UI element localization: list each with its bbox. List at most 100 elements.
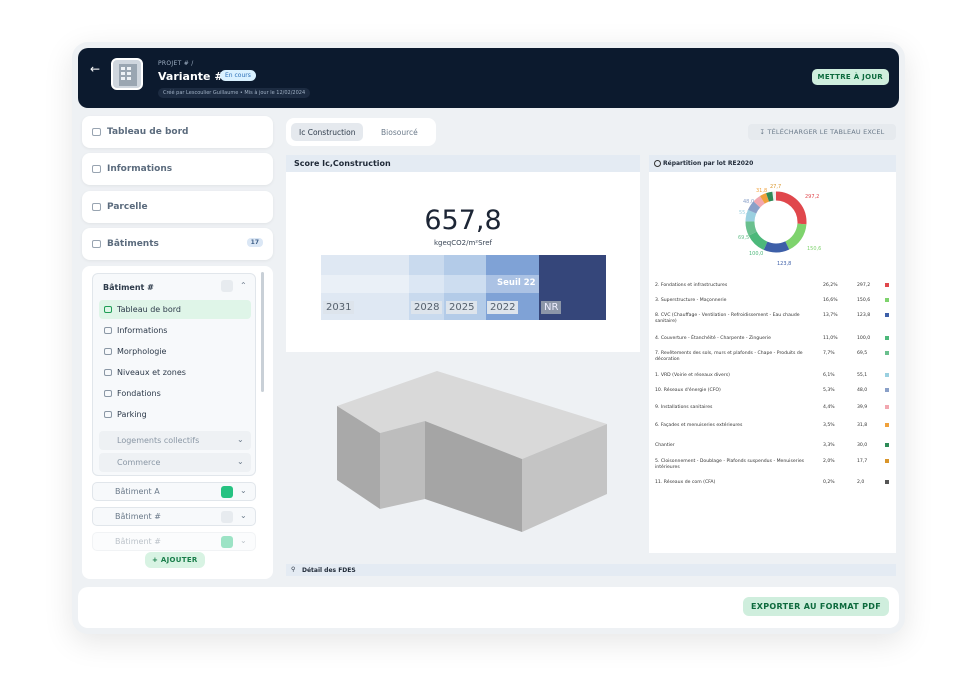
- lot-percent: 16,6%: [823, 298, 838, 303]
- subitem-niveaux[interactable]: Niveaux et zones: [99, 363, 251, 382]
- chevron-down-icon[interactable]: ⌄: [240, 511, 247, 520]
- lot-name: 1. VRD (Voirie et réseaux divers): [655, 373, 730, 378]
- header-bar: ← PROJET # / Variante # En cours Créé pa…: [78, 48, 899, 108]
- scale-label-2028: 2028: [411, 301, 443, 314]
- legend-swatch: [885, 336, 889, 340]
- fdes-section-header[interactable]: ⚲ Détail des FDES: [286, 564, 896, 576]
- export-pdf-button[interactable]: EXPORTER AU FORMAT PDF: [743, 597, 889, 616]
- building-3d-view[interactable]: [322, 364, 612, 534]
- grid-icon: [104, 369, 112, 376]
- footer-bar: EXPORTER AU FORMAT PDF: [78, 587, 899, 628]
- lot-name: 9. Installations sanitaires: [655, 405, 713, 410]
- add-button-label: AJOUTER: [160, 556, 198, 564]
- info-card-icon: [92, 165, 101, 173]
- subitem-dashboard[interactable]: Tableau de bord: [99, 300, 251, 319]
- batiment-label: Bâtiment #: [115, 512, 161, 521]
- sidebar-item-batiments[interactable]: Bâtiments 17: [82, 228, 273, 260]
- legend-swatch: [885, 351, 889, 355]
- subitem-fondations[interactable]: Fondations: [99, 384, 251, 403]
- sidebar-item-label: Tableau de bord: [107, 127, 189, 137]
- batiment-card-title[interactable]: Bâtiment #: [103, 283, 154, 292]
- donut-label: 150,6: [807, 246, 821, 252]
- lot-percent: 11,0%: [823, 336, 838, 341]
- legend-swatch: [885, 480, 889, 484]
- download-excel-button[interactable]: ↧ TÉLÉCHARGER LE TABLEAU EXCEL: [748, 124, 896, 140]
- page-title: Variante #: [158, 70, 224, 83]
- lot-name: 2. Fondations et infrastructures: [655, 283, 728, 288]
- lot-value: 150,6: [857, 298, 871, 303]
- batiment-card: Bâtiment # ⌃ Tableau de bord Information…: [92, 273, 256, 476]
- legend-swatch: [885, 459, 889, 463]
- lot-value: 31,8: [857, 423, 868, 428]
- search-icon: ⚲: [291, 566, 296, 573]
- sidebar-item-dashboard[interactable]: Tableau de bord: [82, 116, 273, 148]
- donut-label: 69,5: [738, 235, 749, 241]
- scrollbar[interactable]: [261, 272, 264, 392]
- batiment-a[interactable]: Bâtiment A ⌄: [92, 482, 256, 501]
- score-value: 657,8: [424, 205, 502, 236]
- chevron-down-icon[interactable]: ⌄: [240, 486, 247, 495]
- update-button[interactable]: METTRE À JOUR: [811, 69, 889, 85]
- project-thumbnail: [111, 58, 143, 90]
- chevron-down-icon[interactable]: ⌄: [240, 536, 247, 545]
- cube-icon: [104, 348, 112, 355]
- building-icon: [92, 240, 101, 248]
- group-label: Commerce: [117, 458, 161, 467]
- legend-swatch: [885, 283, 889, 287]
- legend-swatch: [885, 388, 889, 392]
- score-panel: 657,8 kgeqCO2/m²Sref Seuil 22 2031 2028 …: [286, 172, 640, 352]
- chevron-down-icon: ⌄: [237, 435, 244, 444]
- chevron-up-icon[interactable]: ⌃: [240, 281, 247, 290]
- subitem-morphologie[interactable]: Morphologie: [99, 342, 251, 361]
- score-unit: kgeqCO2/m²Sref: [433, 239, 493, 247]
- lot-value: 2,0: [857, 480, 865, 485]
- batiment-3[interactable]: Bâtiment # ⌄: [92, 532, 256, 551]
- sidebar-item-parcelle[interactable]: Parcelle: [82, 191, 273, 223]
- tab-biosource[interactable]: Biosourcé: [373, 123, 426, 141]
- lot-percent: 3,3%: [823, 443, 835, 448]
- lot-name: 6. Façades et menuiseries extérieures: [655, 423, 743, 428]
- batiment-2[interactable]: Bâtiment # ⌄: [92, 507, 256, 526]
- group-logements[interactable]: Logements collectifs ⌄: [99, 431, 251, 450]
- scale-label-nr: NR: [541, 301, 562, 314]
- subitem-parking[interactable]: Parking: [99, 405, 251, 424]
- lot-name: 3. Superstructure - Maçonnerie: [655, 298, 727, 303]
- settings-icon[interactable]: [221, 511, 233, 523]
- repartition-panel: Répartition par lot RE2020 297,2 150,6 1…: [649, 155, 896, 611]
- donut-label: 31,8: [756, 188, 767, 194]
- lot-value: 17,7: [857, 459, 868, 464]
- plus-icon: +: [152, 556, 161, 564]
- legend-swatch: [885, 405, 889, 409]
- arrow-left-icon[interactable]: ←: [90, 62, 100, 76]
- grid-icon: [104, 390, 112, 397]
- lot-value: 55,1: [857, 373, 868, 378]
- donut-label: 297,2: [805, 194, 819, 200]
- add-button[interactable]: + AJOUTER: [145, 552, 205, 568]
- building-green-icon[interactable]: [221, 486, 233, 498]
- subitem-informations[interactable]: Informations: [99, 321, 251, 340]
- donut-label: 123,8: [777, 261, 791, 267]
- subitem-label: Morphologie: [117, 347, 167, 356]
- scale-label-2031: 2031: [323, 301, 355, 314]
- building-green-icon[interactable]: [221, 536, 233, 548]
- fdes-title: Détail des FDES: [302, 566, 356, 574]
- seuil-label: Seuil 22: [497, 278, 536, 288]
- lot-percent: 3,5%: [823, 423, 835, 428]
- legend-swatch: [885, 298, 889, 302]
- meta-info: Créé par Lescoulier Guillaume • Mis à jo…: [158, 88, 311, 98]
- donut-label: 48,0: [743, 199, 754, 205]
- legend-swatch: [885, 313, 889, 317]
- lot-name: 8. CVC (Chauffage - Ventilation - Refroi…: [655, 313, 800, 324]
- parcel-icon: [92, 203, 101, 211]
- sidebar-item-informations[interactable]: Informations: [82, 153, 273, 185]
- settings-icon[interactable]: [221, 280, 233, 292]
- count-badge: 17: [246, 238, 263, 247]
- lot-percent: 26,2%: [823, 283, 838, 288]
- legend-swatch: [885, 423, 889, 427]
- tab-ic-construction[interactable]: Ic Construction: [291, 123, 364, 141]
- group-commerce[interactable]: Commerce ⌄: [99, 453, 251, 472]
- subitem-label: Niveaux et zones: [117, 368, 186, 377]
- sidebar-item-label: Informations: [107, 164, 173, 174]
- lot-name: 7. Revêtements des sols, murs et plafond…: [655, 351, 803, 362]
- lot-name: 4. Couverture - Étanchéité - Charpente -…: [655, 336, 771, 341]
